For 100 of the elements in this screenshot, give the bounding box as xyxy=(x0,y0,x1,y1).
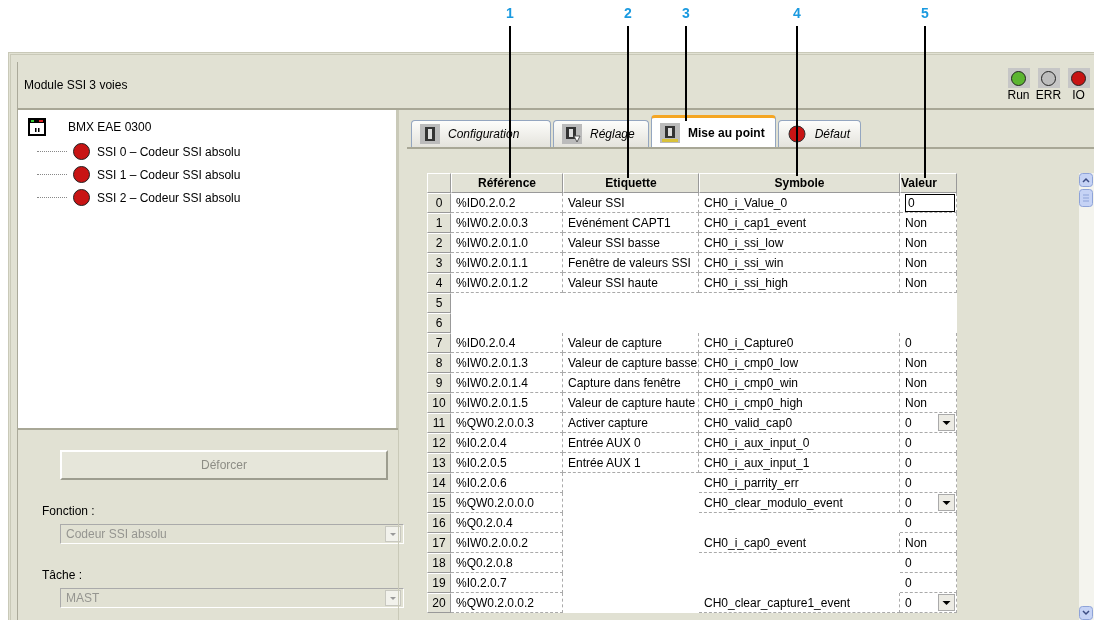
table-cell: CH0_i_cmp0_win xyxy=(699,373,900,393)
row-number: 10 xyxy=(427,393,451,413)
row-number: 0 xyxy=(427,193,451,213)
table-cell: CH0_i_parrity_err xyxy=(699,473,900,493)
table-cell: 0 xyxy=(905,435,912,450)
column-header: Symbole xyxy=(699,173,900,193)
row-number: 14 xyxy=(427,473,451,493)
table-cell: CH0_i_Capture0 xyxy=(699,333,900,353)
table-cell: Valeur SSI haute xyxy=(563,273,699,293)
table-cell: %IW0.2.0.1.3 xyxy=(451,353,563,373)
table-cell: 0 xyxy=(905,455,912,470)
table-cell: CH0_i_cap0_event xyxy=(699,533,900,553)
tree-item[interactable]: BMX EAE 0300 xyxy=(68,120,152,134)
table-cell: Non xyxy=(905,395,927,410)
row-number: 18 xyxy=(427,553,451,573)
window-title: Module SSI 3 voies xyxy=(24,78,128,92)
table-cell: CH0_i_cap1_event xyxy=(699,213,900,233)
scrollbar[interactable] xyxy=(1079,173,1094,620)
table-cell: 0 xyxy=(905,575,912,590)
row-number: 13 xyxy=(427,453,451,473)
row-number: 8 xyxy=(427,353,451,373)
row-number: 3 xyxy=(427,253,451,273)
callout-number: 4 xyxy=(793,4,801,22)
row-number: 11 xyxy=(427,413,451,433)
row-number: 12 xyxy=(427,433,451,453)
dropdown-caret-icon[interactable] xyxy=(938,414,955,431)
table-cell: Non xyxy=(905,355,927,370)
table-cell: Valeur SSI basse xyxy=(563,233,699,253)
table-cell: CH0_i_ssi_low xyxy=(699,233,900,253)
table-cell: CH0_clear_modulo_event xyxy=(699,493,900,513)
table-cell: Entrée AUX 1 xyxy=(563,453,699,473)
dropdown-caret-icon[interactable] xyxy=(938,494,955,511)
tab[interactable]: Mise au point xyxy=(651,115,776,147)
table-cell: Valeur de capture haute xyxy=(563,393,699,413)
table-cell: Non xyxy=(905,255,927,270)
fault-dot-icon xyxy=(786,124,807,144)
dropdown-caret-icon[interactable] xyxy=(938,594,955,611)
row-number: 2 xyxy=(427,233,451,253)
table-cell: 0 xyxy=(905,415,912,430)
tab[interactable]: Défaut xyxy=(777,120,862,147)
column-header: Etiquette xyxy=(563,173,699,193)
row-number: 4 xyxy=(427,273,451,293)
table-cell: CH0_i_ssi_win xyxy=(699,253,900,273)
row-number: 17 xyxy=(427,533,451,553)
tree-item[interactable]: SSI 0 – Codeur SSI absolu xyxy=(97,144,241,159)
callout-number: 1 xyxy=(506,4,514,22)
column-header: Référence xyxy=(451,173,563,193)
row-number: 15 xyxy=(427,493,451,513)
table-cell: 0 xyxy=(905,515,912,530)
scroll-up-icon[interactable] xyxy=(1079,173,1093,187)
table-cell: Non xyxy=(905,535,927,550)
table-cell: Capture dans fenêtre xyxy=(563,373,699,393)
table-cell: %IW0.2.0.1.2 xyxy=(451,273,563,293)
table-cell: CH0_clear_capture1_event xyxy=(699,593,900,613)
module-debug-icon xyxy=(660,122,680,143)
table-cell: Non xyxy=(905,215,927,230)
table-cell: Evénément CAPT1 xyxy=(563,213,699,233)
table-cell: %IW0.2.0.1.1 xyxy=(451,253,563,273)
table-cell: 0 xyxy=(905,475,912,490)
table-cell: Non xyxy=(905,235,927,250)
row-number: 16 xyxy=(427,513,451,533)
table-cell: %IW0.2.0.0.3 xyxy=(451,213,563,233)
table-cell: Valeur de capture basse xyxy=(563,353,699,373)
row-number: 20 xyxy=(427,593,451,613)
scroll-thumb[interactable] xyxy=(1079,189,1093,207)
table-cell: %QW0.2.0.0.0 xyxy=(451,493,563,513)
field-label: Tâche : xyxy=(42,568,84,582)
table-cell: CH0_i_Value_0 xyxy=(699,193,900,213)
table-cell: %QW0.2.0.0.3 xyxy=(451,413,563,433)
table-cell: %ID0.2.0.2 xyxy=(451,193,563,213)
scroll-down-icon[interactable] xyxy=(1079,606,1093,620)
table-cell: Fenêtre de valeurs SSI xyxy=(563,253,699,273)
table-cell: %I0.2.0.6 xyxy=(451,473,563,493)
module-icon xyxy=(420,124,440,144)
row-number: 1 xyxy=(427,213,451,233)
row-number: 19 xyxy=(427,573,451,593)
row-number: 6 xyxy=(427,313,451,333)
table-cell: Valeur de capture xyxy=(563,333,699,353)
tree-item[interactable]: SSI 1 – Codeur SSI absolu xyxy=(97,167,241,182)
row-number: 9 xyxy=(427,373,451,393)
table-cell: CH0_i_aux_input_1 xyxy=(699,453,900,473)
table-cell: Entrée AUX 0 xyxy=(563,433,699,453)
table-cell: CH0_i_cmp0_high xyxy=(699,393,900,413)
tree-item[interactable]: SSI 2 – Codeur SSI absolu xyxy=(97,190,241,205)
table-cell: CH0_i_aux_input_0 xyxy=(699,433,900,453)
table-cell: 0 xyxy=(905,495,912,510)
table-cell: 0 xyxy=(905,335,912,350)
table-cell: %Q0.2.0.4 xyxy=(451,513,563,533)
table-cell: %I0.2.0.7 xyxy=(451,573,563,593)
table-cell: %IW0.2.0.1.5 xyxy=(451,393,563,413)
table-cell: Valeur SSI xyxy=(563,193,699,213)
callout-number: 3 xyxy=(682,4,690,22)
table-cell: %IW0.2.0.1.0 xyxy=(451,233,563,253)
table-cell: CH0_valid_cap0 xyxy=(699,413,900,433)
table-cell: Activer capture xyxy=(563,413,699,433)
column-header: Valeur xyxy=(900,173,957,193)
table-cell: CH0_i_cmp0_low xyxy=(699,353,900,373)
led-label: ERR xyxy=(1035,88,1062,102)
value-field[interactable]: 0 xyxy=(905,193,955,212)
table-cell: %Q0.2.0.8 xyxy=(451,553,563,573)
